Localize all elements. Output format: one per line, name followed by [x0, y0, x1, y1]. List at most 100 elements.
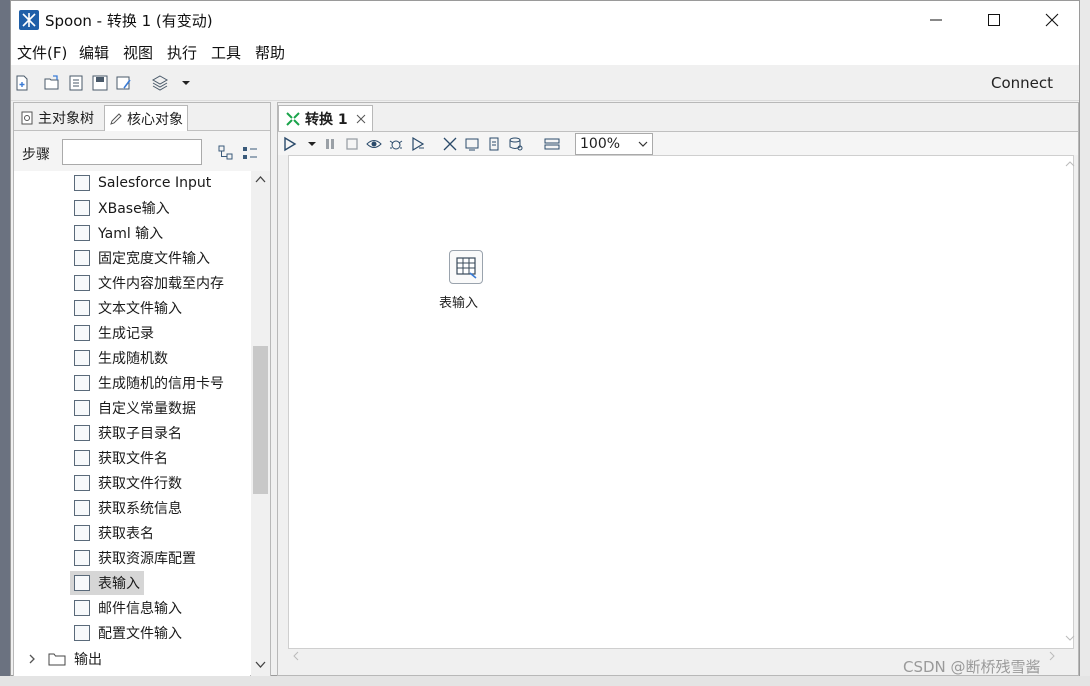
scroll-up-icon[interactable] [255, 175, 266, 183]
tab-transformation-1[interactable]: 转换 1 [278, 105, 373, 131]
tree-item-generate-rows[interactable]: 生成记录 [74, 321, 154, 345]
tree-item-get-subfolder-names[interactable]: 获取子目录名 [74, 421, 182, 445]
tree-item-get-system-info[interactable]: 获取系统信息 [74, 496, 182, 520]
tree-item-yaml-input[interactable]: Yaml 输入 [74, 221, 163, 245]
collapse-all-icon[interactable] [242, 145, 258, 161]
tree-item-get-file-names[interactable]: 获取文件名 [74, 446, 168, 470]
zoom-select[interactable]: 100% [575, 133, 653, 155]
scroll-up-icon[interactable] [1065, 160, 1075, 168]
tree-item-load-file-content[interactable]: 文件内容加载至内存 [74, 271, 224, 295]
impact-icon[interactable] [464, 136, 480, 152]
layers-icon[interactable] [151, 74, 169, 92]
run-icon[interactable] [282, 136, 298, 152]
tree-item-get-files-rows-count[interactable]: 获取文件行数 [74, 471, 182, 495]
verify-icon[interactable] [442, 136, 458, 152]
menu-help[interactable]: 帮助 [255, 42, 285, 63]
steps-tree: Salesforce Input XBase输入 Yaml 输入 固定宽度文件输… [14, 171, 250, 676]
step-icon [74, 200, 90, 216]
tree-item-label: 自定义常量数据 [98, 401, 196, 417]
tree-item-email-messages-input[interactable]: 邮件信息输入 [74, 596, 182, 620]
step-table-input[interactable] [449, 250, 483, 284]
step-icon [74, 500, 90, 516]
tree-item-get-repository-config[interactable]: 获取资源库配置 [74, 546, 196, 570]
replay-icon[interactable] [410, 136, 426, 152]
step-icon [74, 450, 90, 466]
step-icon [74, 400, 90, 416]
tree-item-generate-random[interactable]: 生成随机数 [74, 346, 168, 370]
tree-item-salesforce-input[interactable]: Salesforce Input [74, 171, 211, 195]
step-icon [74, 550, 90, 566]
show-results-icon[interactable] [544, 136, 560, 152]
sql-icon[interactable] [486, 136, 502, 152]
tree-item-fixed-width-input[interactable]: 固定宽度文件输入 [74, 246, 210, 270]
tab-core-objects[interactable]: 核心对象 [104, 105, 188, 131]
step-icon [74, 275, 90, 291]
pause-icon[interactable] [322, 136, 338, 152]
step-icon [74, 475, 90, 491]
tree-item-text-file-input[interactable]: 文本文件输入 [74, 296, 182, 320]
steps-label: 步骤 [22, 147, 50, 163]
stop-icon[interactable] [344, 136, 360, 152]
tree-item-property-input[interactable]: 配置文件输入 [74, 621, 182, 645]
scroll-right-icon[interactable] [1048, 651, 1056, 661]
scroll-left-icon[interactable] [292, 651, 300, 661]
tab-transformation-label: 转换 1 [305, 111, 348, 128]
canvas-toolbar: 100% [278, 131, 1078, 155]
open-file-icon[interactable] [43, 74, 61, 92]
tree-item-label: 配置文件输入 [98, 626, 182, 642]
scroll-down-icon[interactable] [255, 661, 266, 669]
maximize-button[interactable] [965, 1, 1023, 39]
menu-view[interactable]: 视图 [123, 42, 153, 63]
menu-edit[interactable]: 编辑 [79, 42, 109, 63]
tab-main-object-tree[interactable]: 主对象树 [16, 105, 98, 131]
tree-item-get-table-names[interactable]: 获取表名 [74, 521, 154, 545]
tree-item-label: 获取子目录名 [98, 426, 182, 442]
tree-item-label: XBase输入 [98, 201, 170, 217]
canvas-vertical-scrollbar[interactable] [1065, 156, 1075, 650]
step-table-input-label: 表输入 [439, 296, 479, 311]
debug-icon[interactable] [388, 136, 404, 152]
menu-run[interactable]: 执行 [167, 42, 197, 63]
zoom-value: 100% [580, 136, 621, 152]
connect-button[interactable]: Connect [991, 74, 1053, 92]
menu-file[interactable]: 文件(F) [17, 42, 67, 63]
explore-repository-icon[interactable] [67, 74, 85, 92]
tree-item-label: 文件内容加载至内存 [98, 276, 224, 292]
preview-icon[interactable] [366, 136, 382, 152]
new-file-icon[interactable] [13, 74, 31, 92]
left-panel: 主对象树 核心对象 步骤 Salesforce Input XBase输入 Ya… [13, 102, 271, 676]
tree-item-xbase-input[interactable]: XBase输入 [74, 196, 170, 220]
tree-item-label: 获取系统信息 [98, 501, 182, 517]
tree-item-label: Yaml 输入 [98, 226, 164, 242]
step-icon [74, 350, 90, 366]
run-dropdown-icon[interactable] [304, 136, 320, 152]
save-icon[interactable] [91, 74, 109, 92]
transformation-panel: 转换 1 100% 表输入 [277, 102, 1079, 676]
watermark-text: CSDN @断桥残雪酱 [903, 658, 1041, 676]
step-icon [74, 600, 90, 616]
menu-tools[interactable]: 工具 [211, 42, 241, 63]
tree-item-data-grid[interactable]: 自定义常量数据 [74, 396, 196, 420]
table-icon [74, 575, 90, 591]
transformation-canvas[interactable]: 表输入 [288, 155, 1075, 650]
save-as-icon[interactable] [115, 74, 133, 92]
close-button[interactable] [1023, 1, 1081, 39]
steps-search-input[interactable] [62, 139, 202, 165]
close-tab-icon[interactable] [356, 114, 366, 124]
main-toolbar: Connect [11, 65, 1079, 101]
expand-all-icon[interactable] [218, 145, 234, 161]
step-icon [74, 625, 90, 641]
dropdown-arrow-icon[interactable] [177, 74, 195, 92]
explore-db-icon[interactable] [508, 136, 524, 152]
step-icon [74, 225, 90, 241]
tree-scrollbar[interactable] [251, 171, 270, 676]
tree-folder-output[interactable]: 输出 [26, 647, 102, 671]
tree-folder-label: 输出 [74, 652, 102, 668]
scroll-down-icon[interactable] [1065, 634, 1075, 642]
tree-item-table-input[interactable]: 表输入 [70, 571, 144, 595]
tree-item-random-credit-card[interactable]: 生成随机的信用卡号 [74, 371, 224, 395]
background-desktop-strip [1080, 0, 1090, 686]
tree-scrollbar-thumb[interactable] [253, 346, 268, 494]
minimize-button[interactable] [907, 1, 965, 39]
tree-item-label: 表输入 [98, 576, 140, 592]
